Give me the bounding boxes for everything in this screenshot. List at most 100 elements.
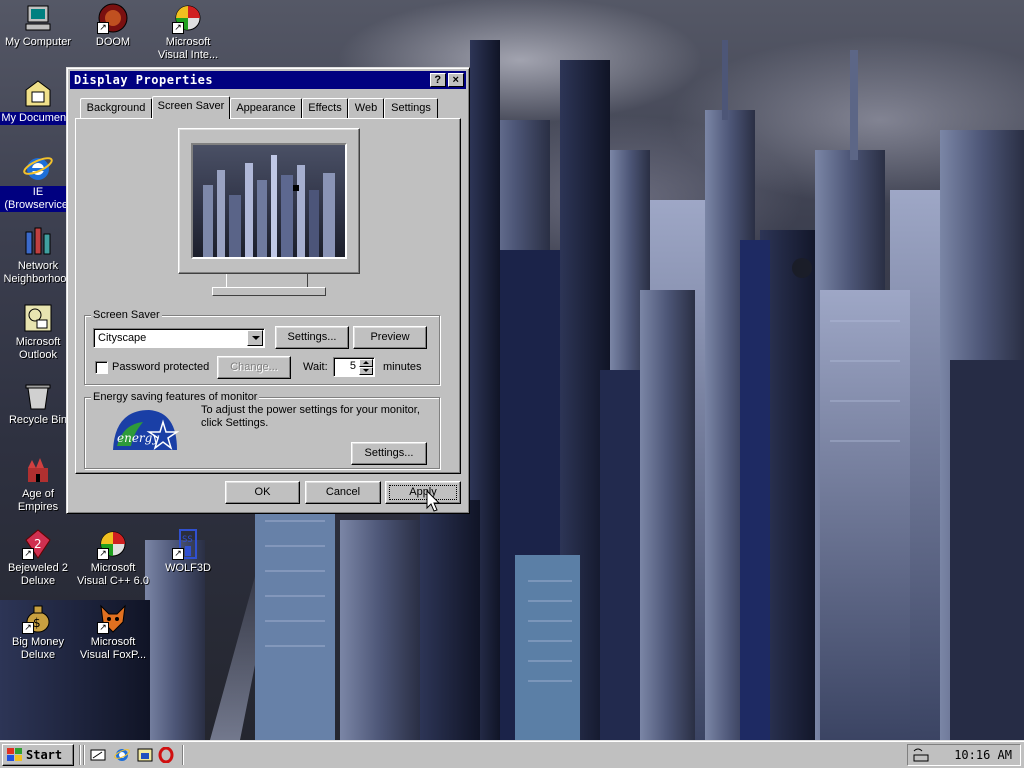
desktop-icon-age-of-empires[interactable]: Age of Empires (0, 454, 76, 514)
change-password-button[interactable]: Change... (217, 356, 291, 379)
desktop-icon-label: Network Neighborhood (3, 260, 73, 285)
preview-button[interactable]: Preview (353, 326, 427, 349)
desktop-icon-recycle-bin[interactable]: Recycle Bin (0, 380, 76, 427)
desktop-icon-ie[interactable]: IE (Browservice) (0, 152, 76, 212)
outlook-icon (22, 302, 54, 334)
energy-settings-button[interactable]: Settings... (351, 442, 427, 465)
energy-description: To adjust the power settings for your mo… (201, 404, 420, 429)
svg-text:2: 2 (34, 537, 42, 551)
monitor-stand (226, 274, 308, 288)
start-label: Start (26, 748, 63, 762)
help-icon: ? (434, 74, 442, 86)
desktop-icon-big-money[interactable]: $ ↗ Big Money Deluxe (0, 602, 76, 662)
desktop-icon-visual-cpp[interactable]: ↗ Microsoft Visual C++ 6.0 (75, 528, 151, 588)
outlook-icon[interactable] (137, 747, 153, 763)
shortcut-arrow-icon: ↗ (172, 22, 184, 34)
desktop-icon-label: Microsoft Visual FoxP... (79, 636, 147, 661)
screen-saver-group-label: Screen Saver (91, 308, 162, 322)
tab-appearance[interactable]: Appearance (230, 98, 302, 118)
desktop-icon-label: Microsoft Visual C++ 6.0 (77, 562, 149, 587)
desktop-icon-label: Big Money Deluxe (12, 636, 64, 661)
opera-icon[interactable] (158, 747, 174, 763)
bejeweled-icon: 2 ↗ (22, 528, 54, 560)
desktop-icon-outlook[interactable]: Microsoft Outlook (0, 302, 76, 362)
ok-button[interactable]: OK (225, 481, 300, 504)
desktop-icon-doom[interactable]: ↗ DOOM (75, 2, 151, 49)
shortcut-arrow-icon: ↗ (172, 548, 184, 560)
close-icon: × (452, 74, 460, 86)
window-title: Display Properties (74, 73, 214, 87)
windows-logo-icon (7, 748, 22, 761)
taskbar-separator (182, 745, 184, 765)
desktop-icon-wolf3d[interactable]: SS ↗ WOLF3D (150, 528, 226, 575)
password-protected-label[interactable]: Password protected (112, 360, 209, 374)
desktop-icon-my-computer[interactable]: My Computer (0, 2, 76, 49)
network-icon (22, 226, 54, 258)
tab-web[interactable]: Web (348, 98, 384, 118)
spin-up-icon[interactable] (359, 359, 373, 367)
tab-background[interactable]: Background (80, 98, 152, 118)
shortcut-arrow-icon: ↗ (97, 548, 109, 560)
taskbar: Start 10:16 AM (0, 740, 1024, 768)
money-bag-icon: $ ↗ (22, 602, 54, 634)
wait-minutes-value[interactable]: 5 (350, 360, 356, 372)
desktop-icon-label: My Computer (4, 36, 72, 48)
doom-icon: ↗ (97, 2, 129, 34)
minutes-label: minutes (383, 361, 422, 373)
desktop-icon-label: Microsoft Outlook (15, 336, 61, 361)
tab-screen-saver[interactable]: Screen Saver (152, 96, 230, 119)
apply-button[interactable]: Apply (385, 481, 461, 504)
energy-star-icon: energy (113, 410, 180, 450)
ie-icon[interactable] (114, 747, 130, 763)
desktop-icon-label: DOOM (95, 36, 131, 48)
title-bar[interactable]: Display Properties ? × (70, 71, 466, 89)
screen-saver-select[interactable]: Cityscape (93, 328, 265, 348)
desktop-icon-visual-foxpro[interactable]: ↗ Microsoft Visual FoxP... (75, 602, 151, 662)
energy-saving-group-label: Energy saving features of monitor (91, 390, 260, 404)
foxpro-icon: ↗ (97, 602, 129, 634)
recycle-bin-icon (22, 380, 54, 412)
taskbar-separator (83, 745, 85, 765)
desktop-icon-bejeweled[interactable]: 2 ↗ Bejeweled 2 Deluxe (0, 528, 76, 588)
taskbar-separator (79, 745, 81, 765)
visual-studio-icon: ↗ (97, 528, 129, 560)
svg-text:SS: SS (182, 535, 193, 545)
energy-logo-text: energy (117, 431, 159, 445)
shortcut-arrow-icon: ↗ (97, 22, 109, 34)
shortcut-arrow-icon: ↗ (22, 622, 34, 634)
desktop-icon-label: IE (Browservice) (0, 186, 76, 212)
clock[interactable]: 10:16 AM (954, 748, 1012, 762)
preview-screen (191, 143, 347, 259)
tab-effects[interactable]: Effects (302, 98, 348, 118)
folder-documents-icon (22, 78, 54, 110)
desktop-icon-network-neighborhood[interactable]: Network Neighborhood (0, 226, 76, 286)
svg-text:$: $ (33, 616, 41, 630)
desktop-icon-label: My Documents (0, 112, 76, 125)
system-tray: 10:16 AM (907, 744, 1021, 766)
desktop-icon-visual-interdev[interactable]: ↗ Microsoft Visual Inte... (150, 2, 226, 62)
modem-icon[interactable] (912, 747, 930, 763)
screen-saver-selected-value: Cityscape (98, 332, 147, 344)
cancel-button[interactable]: Cancel (305, 481, 381, 504)
visual-studio-icon: ↗ (172, 2, 204, 34)
help-button[interactable]: ? (430, 73, 446, 87)
monitor-base (212, 287, 326, 296)
monitor-preview (178, 128, 360, 274)
spin-down-icon[interactable] (359, 367, 373, 375)
show-desktop-icon[interactable] (90, 747, 106, 763)
start-button[interactable]: Start (2, 744, 74, 766)
screen-saver-settings-button[interactable]: Settings... (275, 326, 349, 349)
close-button[interactable]: × (448, 73, 464, 87)
cityscape-preview-image (203, 155, 335, 257)
wait-label: Wait: (303, 361, 328, 373)
shortcut-arrow-icon: ↗ (22, 548, 34, 560)
desktop-icon-my-documents[interactable]: My Documents (0, 78, 76, 125)
desktop-icon-label: Age of Empires (17, 488, 59, 513)
chevron-down-icon[interactable] (247, 330, 263, 346)
display-properties-window[interactable]: Display Properties ? × Background Screen… (66, 67, 470, 514)
password-protected-checkbox[interactable] (95, 361, 108, 374)
wait-minutes-spinner[interactable]: 5 (333, 357, 375, 377)
computer-icon (22, 2, 54, 34)
tab-settings[interactable]: Settings (384, 98, 438, 118)
screen-saver-panel: Screen Saver Cityscape Settings... Previ… (75, 118, 461, 474)
